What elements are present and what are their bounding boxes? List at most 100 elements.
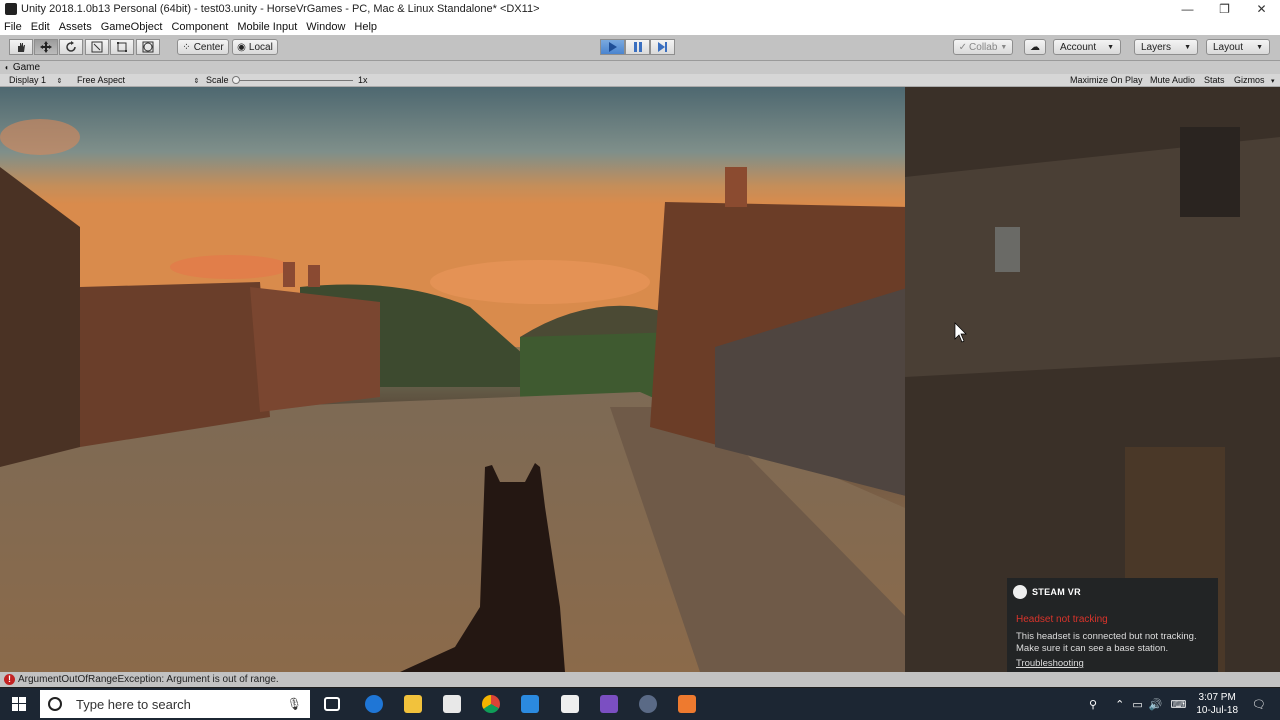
menu-mobile-input[interactable]: Mobile Input	[233, 21, 301, 33]
edge-icon[interactable]	[365, 695, 383, 713]
menu-component[interactable]: Component	[167, 21, 232, 33]
menu-assets[interactable]: Assets	[55, 21, 96, 33]
scale-slider[interactable]	[233, 80, 353, 81]
error-message: ArgumentOutOfRangeException: Argument is…	[18, 674, 279, 685]
gizmos-dropdown[interactable]: Gizmos ▾	[1234, 75, 1275, 85]
pivot-center-toggle[interactable]: ⁘ Center	[177, 39, 229, 55]
taskbar-search[interactable]: Type here to search 🎙	[40, 690, 310, 718]
layers-label: Layers	[1141, 41, 1172, 53]
window-titlebar: Unity 2018.1.0b13 Personal (64bit) - tes…	[0, 0, 1280, 18]
play-icon	[608, 42, 617, 52]
troubleshooting-link[interactable]: Troubleshooting	[1016, 658, 1084, 669]
game-tab-bar: ◖ Game	[0, 61, 1280, 74]
people-icon[interactable]: ⚲	[1089, 698, 1097, 711]
transform-icon	[142, 41, 154, 53]
left-building	[250, 287, 380, 412]
scale-tool-button[interactable]	[85, 39, 109, 55]
layout-dropdown[interactable]: Layout ▼	[1206, 39, 1270, 55]
chimney	[725, 167, 747, 207]
menu-gameobject[interactable]: GameObject	[97, 21, 167, 33]
minimize-button[interactable]: —	[1169, 0, 1206, 18]
app-taskbar-icon[interactable]	[678, 695, 696, 713]
account-dropdown[interactable]: Account ▼	[1053, 39, 1121, 55]
windows-start-icon[interactable]	[12, 697, 26, 711]
maximize-button[interactable]: ❐	[1206, 0, 1243, 18]
pivot-local-toggle[interactable]: ◉ Local	[232, 39, 278, 55]
network-icon[interactable]: ▭	[1132, 698, 1142, 711]
rect-icon	[117, 42, 127, 52]
steam-taskbar-icon[interactable]	[639, 695, 657, 713]
aspect-dropdown[interactable]: Free Aspect ⇕	[77, 75, 199, 85]
rotate-tool-button[interactable]	[59, 39, 83, 55]
display-dropdown[interactable]: Display 1 ⇕	[9, 75, 62, 85]
gizmos-label: Gizmos	[1234, 75, 1265, 85]
chrome-icon[interactable]	[482, 695, 500, 713]
tab-game-label: Game	[12, 62, 41, 73]
steamvr-message: This headset is connected but not tracki…	[1016, 631, 1197, 654]
tab-game[interactable]: ◖ Game	[4, 61, 40, 74]
visual-studio-icon[interactable]	[600, 695, 618, 713]
rotate-icon	[66, 41, 76, 52]
sunset-cloud	[0, 119, 80, 155]
play-button[interactable]	[600, 39, 625, 55]
clock[interactable]: 3:07 PM 10-Jul-18	[1196, 691, 1238, 717]
windows-taskbar: Type here to search 🎙 ⚲ ⌃ ▭ 🔊 ⌨ 3:07 PM …	[0, 688, 1280, 720]
main-toolbar: ⁘ Center ◉ Local ✓ Collab ▼ ☁ Account ▼ …	[0, 35, 1280, 61]
rect-tool-button[interactable]	[110, 39, 134, 55]
layers-dropdown[interactable]: Layers ▼	[1134, 39, 1198, 55]
unity-icon	[5, 3, 17, 15]
task-view-icon[interactable]	[324, 697, 340, 711]
globe-icon: ◉	[237, 41, 246, 53]
stats-toggle[interactable]: Stats	[1204, 75, 1225, 85]
maximize-on-play-toggle[interactable]: Maximize On Play	[1070, 75, 1143, 85]
scale-value: 1x	[358, 75, 368, 85]
menu-help[interactable]: Help	[350, 21, 381, 33]
chimney	[283, 262, 295, 287]
sunset-cloud	[430, 260, 650, 304]
sunset-cloud	[170, 255, 290, 279]
scale-slider-thumb[interactable]	[232, 76, 240, 84]
cortana-circle-icon	[48, 697, 62, 711]
window-title: Unity 2018.1.0b13 Personal (64bit) - tes…	[21, 3, 540, 15]
mute-audio-toggle[interactable]: Mute Audio	[1150, 75, 1195, 85]
unity-taskbar-icon[interactable]	[561, 695, 579, 713]
scale-label: Scale	[206, 75, 229, 85]
step-icon	[657, 42, 667, 52]
move-tool-button[interactable]	[34, 39, 58, 55]
mail-icon[interactable]	[443, 695, 461, 713]
step-button[interactable]	[650, 39, 675, 55]
cloud-button[interactable]: ☁	[1024, 39, 1046, 55]
menu-file[interactable]: File	[0, 21, 26, 33]
chevron-up-icon[interactable]: ⌃	[1115, 698, 1124, 711]
chimney	[308, 265, 320, 287]
error-icon: !	[4, 674, 15, 685]
steamvr-notification: STEAM VR Headset not tracking This heads…	[1007, 578, 1218, 685]
collab-dropdown[interactable]: ✓ Collab ▼	[953, 39, 1013, 55]
window	[995, 227, 1020, 272]
game-options-bar: Display 1 ⇕ Free Aspect ⇕ Scale 1x Maxim…	[0, 74, 1280, 87]
keyboard-icon[interactable]: ⌨	[1170, 698, 1186, 711]
steamvr-brand: STEAM VR	[1032, 587, 1081, 597]
display-label: Display 1	[9, 75, 47, 85]
space-label: Local	[248, 41, 273, 53]
chevron-down-icon: ▼	[1107, 43, 1114, 51]
notifications-icon[interactable]: 🗨	[1252, 698, 1266, 711]
console-status-bar[interactable]: ! ArgumentOutOfRangeException: Argument …	[0, 672, 1280, 687]
window	[1180, 127, 1240, 217]
store-icon[interactable]	[521, 695, 539, 713]
chevron-down-icon: ▼	[1184, 43, 1191, 51]
hand-tool-button[interactable]	[9, 39, 33, 55]
menu-window[interactable]: Window	[302, 21, 349, 33]
close-button[interactable]: ✕	[1243, 0, 1280, 18]
pause-button[interactable]	[625, 39, 650, 55]
volume-icon[interactable]: 🔊	[1149, 698, 1163, 711]
menu-bar: File Edit Assets GameObject Component Mo…	[0, 18, 1280, 35]
pivot-icon: ⁘	[182, 41, 191, 53]
file-explorer-icon[interactable]	[404, 695, 422, 713]
chevron-updown-icon: ⇕	[56, 78, 63, 85]
steam-logo-icon	[1013, 585, 1027, 599]
menu-edit[interactable]: Edit	[27, 21, 54, 33]
aspect-label: Free Aspect	[77, 75, 126, 85]
cloud-icon: ☁	[1030, 41, 1040, 53]
transform-tool-button[interactable]	[136, 39, 160, 55]
